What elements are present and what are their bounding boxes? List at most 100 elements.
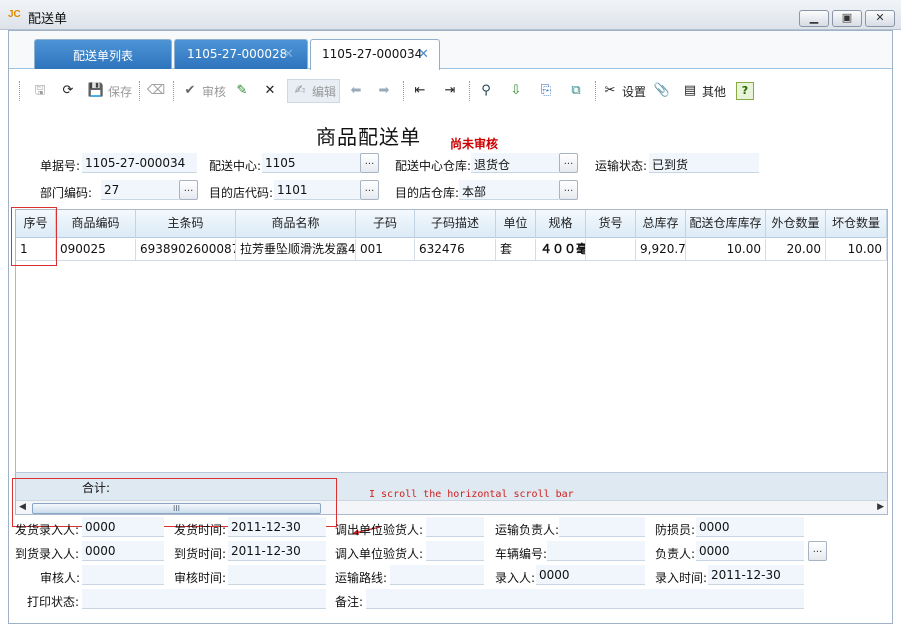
- delete-button[interactable]: ⌫: [147, 79, 165, 103]
- route-field[interactable]: [390, 565, 484, 585]
- new-button[interactable]: 🖫: [31, 79, 49, 103]
- table-cell[interactable]: 632476: [415, 239, 496, 261]
- table-cell[interactable]: 20.00: [766, 239, 826, 261]
- receiver-field[interactable]: 0000: [82, 541, 164, 561]
- next-button[interactable]: ➡: [375, 79, 393, 103]
- table-cell[interactable]: 9,920.76: [636, 239, 686, 261]
- out-inspector-label: 调出单位验货人:: [335, 523, 424, 537]
- tab-close-icon[interactable]: ✕: [418, 47, 429, 62]
- send-time-label: 发货时间:: [174, 523, 227, 537]
- maximize-button[interactable]: ▣: [832, 10, 862, 27]
- export-button[interactable]: ⎘: [537, 79, 555, 103]
- modify-button[interactable]: ✎: [233, 79, 251, 103]
- settings-button[interactable]: ✂ 设置: [601, 79, 646, 103]
- cancel-button[interactable]: ✕: [261, 79, 279, 103]
- remark-field[interactable]: [366, 589, 804, 609]
- import-button[interactable]: ⇩: [507, 79, 525, 103]
- find-button[interactable]: ⚲: [477, 79, 495, 103]
- help-button[interactable]: ?: [736, 79, 754, 103]
- table-cell[interactable]: 090025: [56, 239, 136, 261]
- col-header[interactable]: 子码描述: [415, 210, 496, 238]
- center-lookup-button[interactable]: ...: [360, 153, 379, 173]
- sender-field[interactable]: 0000: [82, 517, 164, 537]
- table-cell[interactable]: ４００毫: [536, 239, 586, 261]
- edit-button[interactable]: ✍ 编辑: [287, 79, 341, 103]
- manager-lookup-button[interactable]: ...: [808, 541, 827, 561]
- col-header[interactable]: 商品名称: [236, 210, 356, 238]
- table-cell[interactable]: 10.00: [686, 239, 766, 261]
- toolbar: 🖫 ⟳ 💾 保存 ⌫ ✔ 审核 ✎ ✕ ✍ 编辑 ⬅ ➡ ⇤ ⇥ ⚲ ⇩ ⎘ ⧉ ✂ 设…: [9, 73, 892, 107]
- table-cell[interactable]: 拉芳垂坠顺滑洗发露4: [236, 239, 356, 261]
- col-header[interactable]: 总库存: [636, 210, 686, 238]
- table-cell[interactable]: 001: [356, 239, 415, 261]
- center-field[interactable]: 1105: [262, 153, 360, 173]
- store-code-field[interactable]: 1101: [274, 180, 360, 200]
- arrow-left-icon: ⬅: [350, 83, 362, 98]
- tab-list[interactable]: 配送单列表: [34, 39, 172, 69]
- dept-field[interactable]: 27: [101, 180, 179, 200]
- tab-doc-034[interactable]: 1105-27-000034 ✕: [310, 39, 440, 70]
- out-inspector-field[interactable]: [426, 517, 484, 537]
- arrow-right-icon: ➡: [378, 83, 390, 98]
- col-header[interactable]: 配送仓库库存: [686, 210, 766, 238]
- col-header[interactable]: 坏仓数量: [826, 210, 887, 238]
- col-header[interactable]: 商品编码: [56, 210, 136, 238]
- table-cell[interactable]: 套: [496, 239, 536, 261]
- print-field[interactable]: [82, 589, 326, 609]
- refresh-button[interactable]: ⟳: [59, 79, 77, 103]
- remark-label: 备注:: [335, 595, 364, 609]
- col-header[interactable]: 外仓数量: [766, 210, 826, 238]
- tab-doc-028[interactable]: 1105-27-000028 ✕: [174, 39, 308, 69]
- vehicle-label: 车辆编号:: [495, 547, 548, 561]
- attach-button[interactable]: 📎: [653, 79, 671, 103]
- store-wh-label: 目的店仓库:: [395, 186, 460, 200]
- store-wh-lookup-button[interactable]: ...: [559, 180, 578, 200]
- toolbar-separator: [403, 81, 404, 101]
- edit-icon: ✍: [294, 83, 306, 98]
- tab-close-icon[interactable]: ✕: [283, 47, 294, 62]
- vehicle-field[interactable]: [547, 541, 645, 561]
- col-header[interactable]: 货号: [586, 210, 636, 238]
- other-button[interactable]: ▤ 其他: [681, 79, 726, 103]
- insert-row-button[interactable]: ⇤: [411, 79, 429, 103]
- dept-lookup-button[interactable]: ...: [179, 180, 198, 200]
- col-header[interactable]: 主条码: [136, 210, 236, 238]
- minimize-button[interactable]: ▁: [799, 10, 829, 27]
- transport-lead-label: 运输负责人:: [495, 523, 560, 537]
- audit-button[interactable]: ✔ 审核: [181, 79, 226, 103]
- transport-status-field[interactable]: 已到货: [649, 153, 759, 173]
- table-cell[interactable]: 6938902600087: [136, 239, 236, 261]
- send-time-field[interactable]: 2011-12-30: [228, 517, 326, 537]
- auditor-field[interactable]: [82, 565, 164, 585]
- delete-row-button[interactable]: ⇥: [441, 79, 459, 103]
- store-wh-field[interactable]: 本部: [459, 180, 559, 200]
- table-cell[interactable]: [586, 239, 636, 261]
- store-code-lookup-button[interactable]: ...: [360, 180, 379, 200]
- center-wh-field[interactable]: 退货仓: [471, 153, 559, 173]
- table-cell[interactable]: 10.00: [826, 239, 887, 261]
- scroll-right-icon[interactable]: ▶: [877, 502, 884, 512]
- doc-no-field[interactable]: 1105-27-000034: [82, 153, 197, 173]
- entry-field[interactable]: 0000: [536, 565, 645, 585]
- audit-time-field[interactable]: [228, 565, 326, 585]
- copy-button[interactable]: ⧉: [567, 79, 585, 103]
- col-header[interactable]: 规格: [536, 210, 586, 238]
- main-frame: 配送单列表 1105-27-000028 ✕ 1105-27-000034 ✕ …: [8, 30, 893, 624]
- save-button[interactable]: 💾 保存: [87, 79, 132, 103]
- store-code-label: 目的店代码:: [209, 186, 274, 200]
- entry-time-field[interactable]: 2011-12-30: [708, 565, 804, 585]
- center-wh-lookup-button[interactable]: ...: [559, 153, 578, 173]
- refresh-icon: ⟳: [62, 83, 74, 98]
- col-header[interactable]: 子码: [356, 210, 415, 238]
- manager-field[interactable]: 0000: [696, 541, 804, 561]
- damage-field[interactable]: 0000: [696, 517, 804, 537]
- prev-button[interactable]: ⬅: [347, 79, 365, 103]
- in-inspector-field[interactable]: [426, 541, 484, 561]
- close-window-button[interactable]: ✕: [865, 10, 895, 27]
- transport-lead-field[interactable]: [559, 517, 645, 537]
- tab-label: 1105-27-000028: [187, 47, 288, 61]
- edit-label: 编辑: [312, 84, 337, 99]
- recv-time-field[interactable]: 2011-12-30: [228, 541, 326, 561]
- auditor-label: 审核人:: [40, 571, 81, 585]
- col-header[interactable]: 单位: [496, 210, 536, 238]
